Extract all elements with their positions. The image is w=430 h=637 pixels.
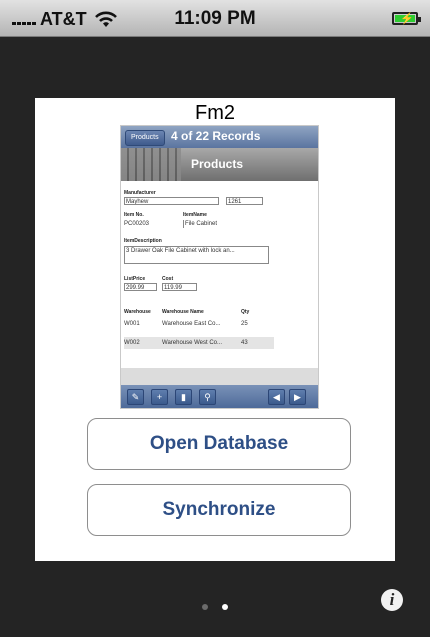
warehouse-header: Warehouse: [124, 309, 151, 315]
table-row-1-name: Warehouse East Co...: [162, 321, 221, 327]
thumbnail-record-count: 4 of 22 Records: [171, 129, 261, 143]
table-row-1-qty: 25: [241, 321, 248, 327]
qty-header: Qty: [241, 309, 250, 315]
charging-bolt-icon: ⚡: [400, 13, 414, 25]
cost-label: Cost: [162, 276, 174, 282]
edit-icon: ✎: [127, 389, 144, 405]
item-name-field: File Cabinet: [183, 220, 233, 228]
status-time: 11:09 PM: [174, 8, 256, 29]
page-dot-2-current[interactable]: [222, 604, 229, 610]
layout-card: Fm2 Products 4 of 22 Records Products Ma…: [35, 98, 395, 561]
item-description-field: 3 Drawer Oak File Cabinet with lock an..…: [124, 246, 269, 264]
synchronize-button[interactable]: Synchronize: [87, 484, 351, 536]
item-description-label: ItemDescription: [124, 238, 162, 244]
thumbnail-toolbar: ✎ + ▮ ⚲ ◀ ▶: [121, 385, 318, 408]
warehouse-image: [121, 148, 181, 181]
battery-icon: ⚡: [392, 12, 421, 25]
manufacturer-label: Manufacturer: [124, 190, 156, 196]
warehouse-name-header: Warehouse Name: [162, 309, 204, 315]
open-database-button[interactable]: Open Database: [87, 418, 351, 470]
page-dot-1[interactable]: [201, 604, 208, 610]
previous-icon: ◀: [268, 389, 285, 405]
page-indicator[interactable]: [0, 597, 430, 615]
item-no-value: PC00203: [124, 221, 150, 227]
info-icon[interactable]: i: [381, 589, 403, 611]
thumbnail-banner-title: Products: [191, 157, 244, 171]
manufacturer-code-field: 1261: [226, 197, 263, 205]
next-icon: ▶: [289, 389, 306, 405]
thumbnail-banner: Products: [121, 148, 318, 181]
list-price-field: 299.99: [124, 283, 157, 291]
search-icon: ⚲: [199, 389, 216, 405]
trash-icon: ▮: [175, 389, 192, 405]
item-no-label: Item No.: [124, 212, 144, 218]
item-name-label: ItemName: [183, 212, 207, 218]
table-row-2-warehouse: W002: [124, 340, 140, 346]
cost-field: 119.99: [162, 283, 197, 291]
layout-thumbnail[interactable]: Products 4 of 22 Records Products Manufa…: [120, 125, 319, 409]
table-row-2-qty: 43: [241, 340, 248, 346]
layout-title: Fm2: [195, 102, 235, 124]
add-icon: +: [151, 389, 168, 405]
manufacturer-field: Mayhew: [124, 197, 219, 205]
thumbnail-back-button: Products: [125, 130, 165, 146]
list-price-label: ListPrice: [124, 276, 146, 282]
thumbnail-footer-strip: [121, 368, 318, 385]
table-row-1-warehouse: W001: [124, 321, 140, 327]
status-bar: AT&T 11:09 PM ⚡: [0, 0, 430, 37]
thumbnail-nav-bar: Products 4 of 22 Records: [121, 126, 318, 148]
table-row-2-name: Warehouse West Co...: [162, 340, 223, 346]
